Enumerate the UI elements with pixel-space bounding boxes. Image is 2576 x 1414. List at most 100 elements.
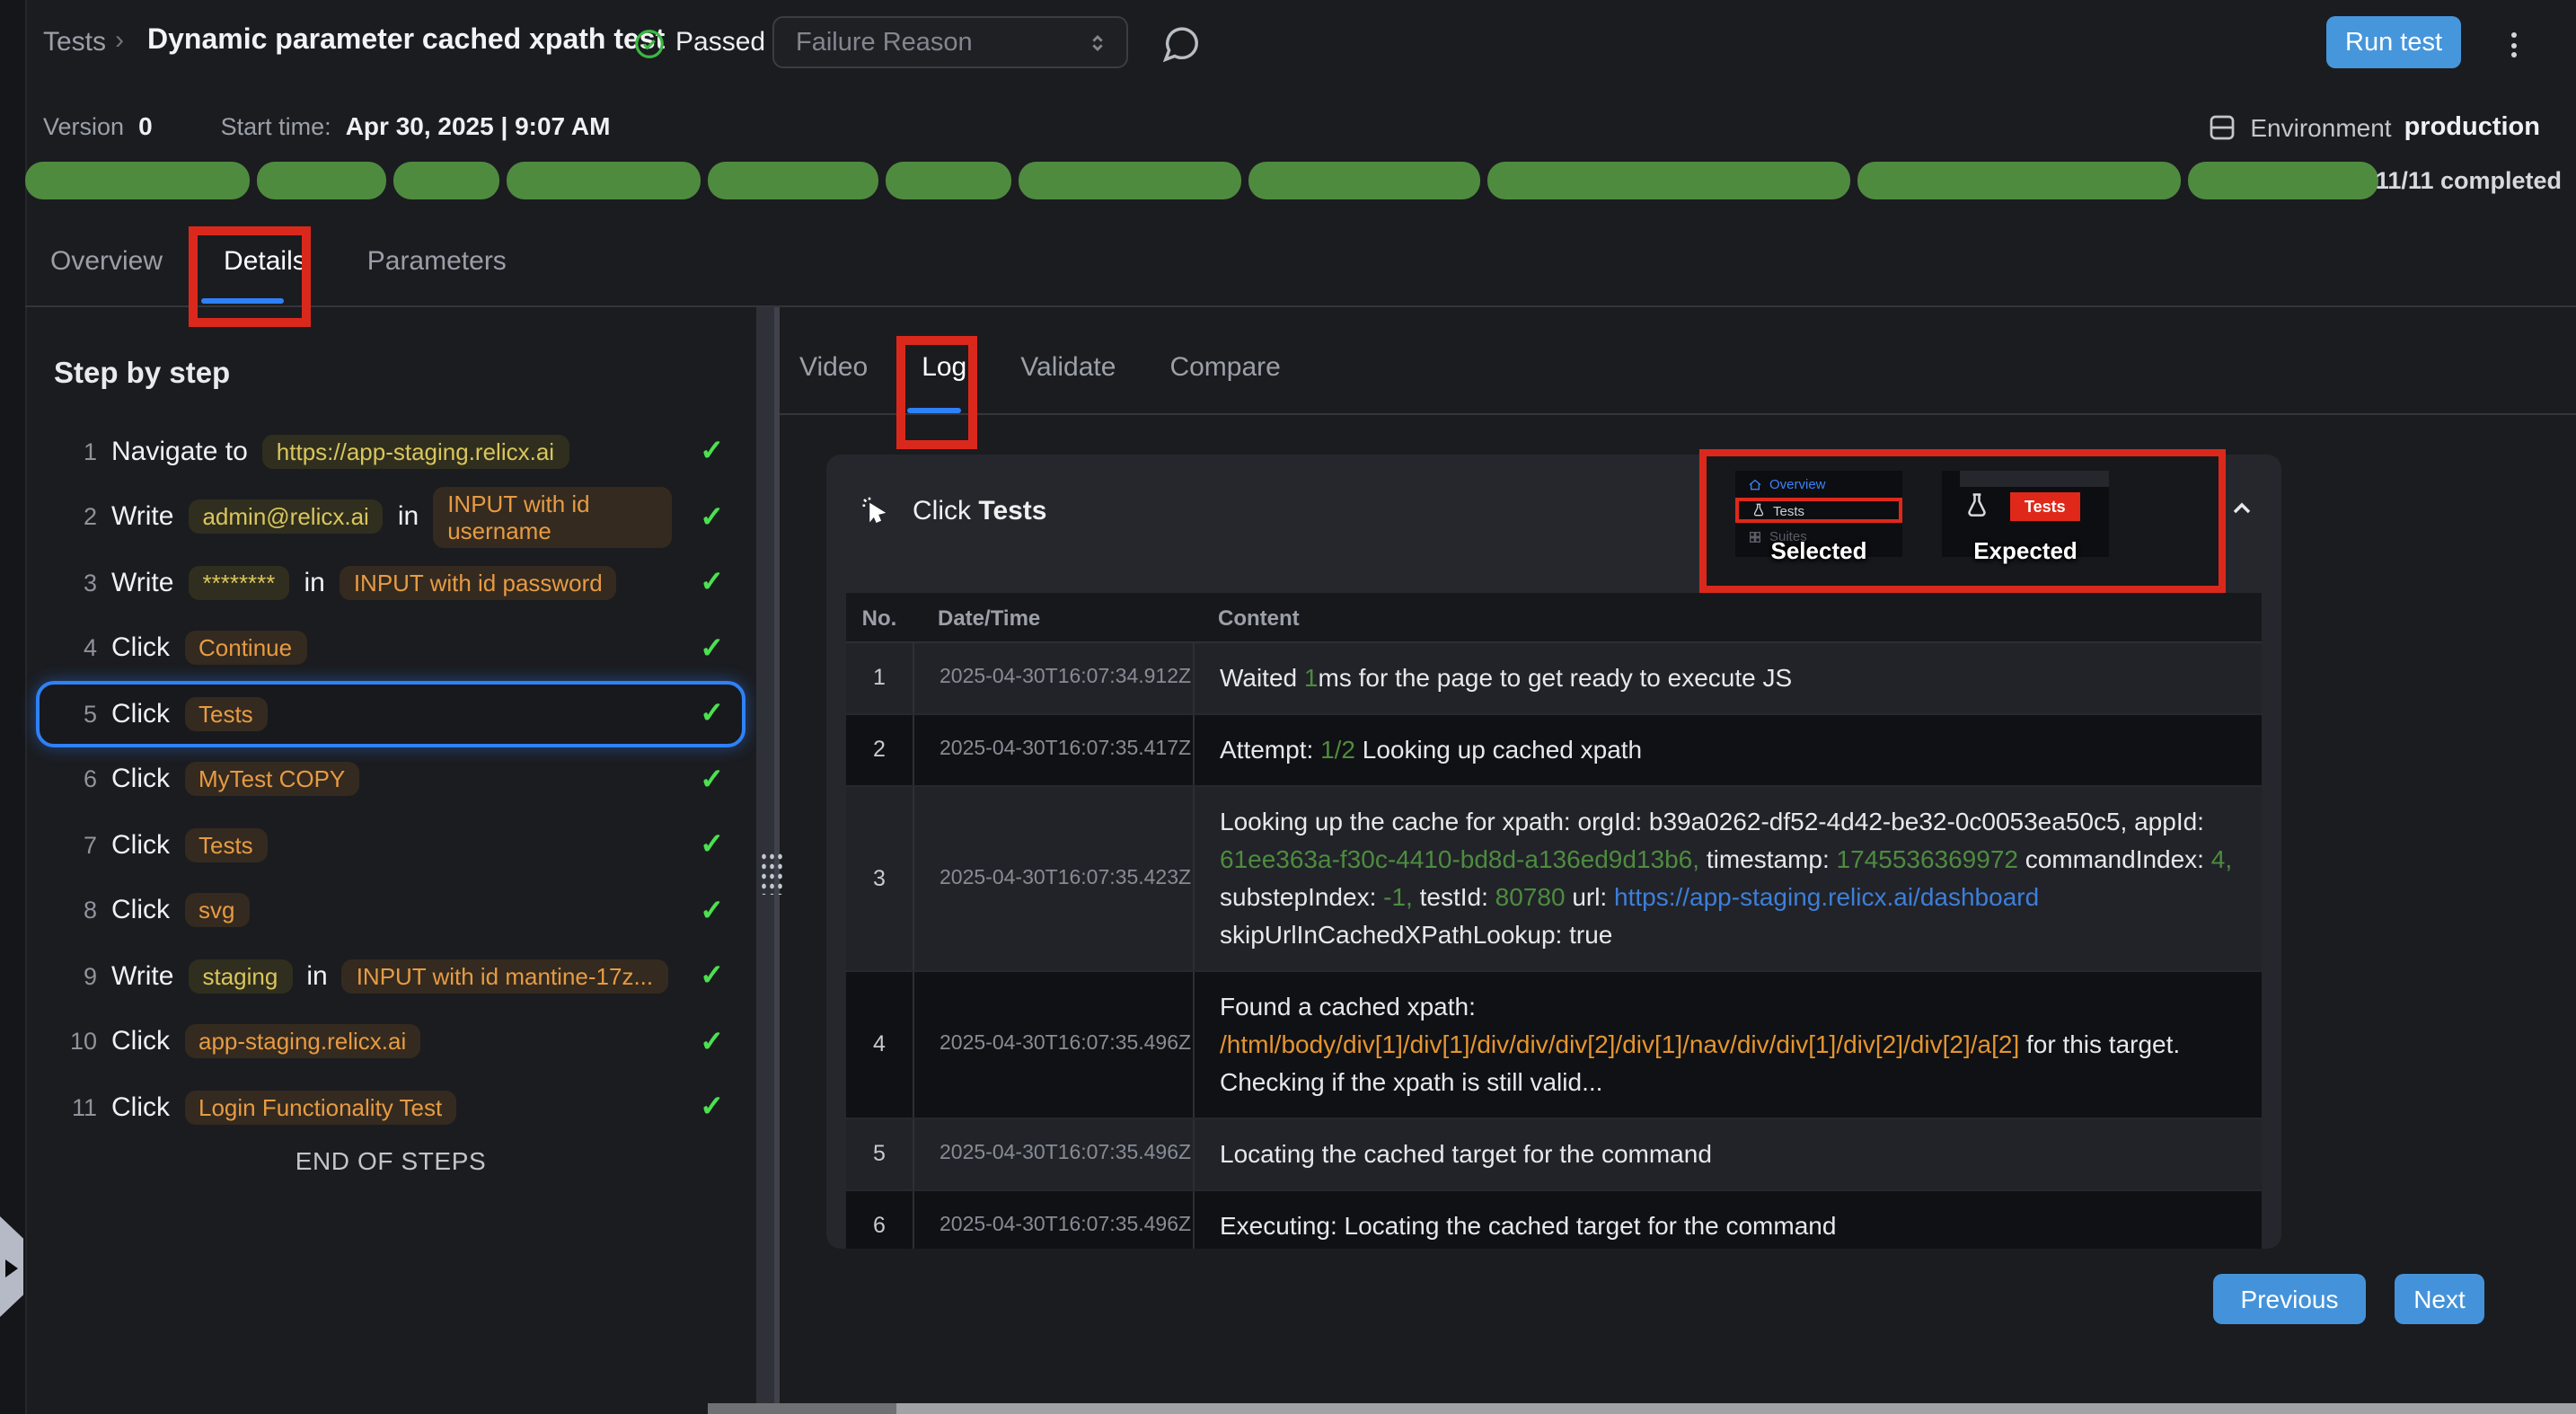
step-value-badge: ******** (188, 566, 289, 600)
progress-segment (1857, 162, 2181, 199)
end-of-steps-label: END OF STEPS (25, 1146, 756, 1175)
click-cursor-icon (859, 494, 891, 526)
more-options-icon[interactable] (2504, 25, 2522, 65)
step-action: in (398, 502, 419, 533)
step-row[interactable]: 7 Click Tests ✓ (36, 812, 745, 878)
step-row[interactable]: 6 Click MyTest COPY ✓ (36, 747, 745, 812)
progress-segment (25, 162, 249, 199)
mini-nav-tests: Tests (1773, 502, 1804, 518)
log-action: Click (913, 495, 971, 526)
log-table-header: No. Date/Time Content (846, 593, 2262, 643)
annotation-box-thumbnails: Overview Tests Suites Selected Tests Exp… (1699, 449, 2226, 593)
step-target-badge: Continue (184, 632, 306, 666)
tab-parameters[interactable]: Parameters (367, 246, 507, 277)
log-row: 62025-04-30T16:07:35.496ZExecuting: Loca… (846, 1191, 2262, 1249)
tab-validate[interactable]: Validate (1020, 352, 1116, 383)
annotation-box-log-tab (896, 336, 977, 449)
splitter-grip-icon[interactable] (760, 852, 783, 895)
steps-heading: Step by step (54, 358, 230, 392)
step-number: 3 (65, 570, 97, 597)
step-number: 9 (65, 963, 97, 990)
step-target-badge: MyTest COPY (184, 763, 359, 797)
step-row[interactable]: 2Writeadmin@relicx.aiinINPUT with id use… (36, 484, 745, 550)
next-button[interactable]: Next (2395, 1274, 2484, 1324)
run-test-button[interactable]: Run test (2326, 16, 2461, 68)
start-time-label: Start time: (221, 112, 331, 139)
log-step-title: Click Tests (859, 494, 1047, 526)
tab-video[interactable]: Video (799, 352, 868, 383)
log-row: 22025-04-30T16:07:35.417ZAttempt: 1/2 Lo… (846, 715, 2262, 787)
expected-label: Expected (1942, 537, 2109, 564)
meta-left: Version 0 Start time: Apr 30, 2025 | 9:0… (43, 111, 610, 140)
steps-panel: Step by step 1Navigate tohttps://app-sta… (25, 307, 756, 1414)
log-row: 12025-04-30T16:07:34.912ZWaited 1ms for … (846, 643, 2262, 715)
step-success-check-icon: ✓ (700, 827, 724, 863)
step-number: 8 (65, 897, 97, 924)
step-success-check-icon: ✓ (700, 893, 724, 929)
step-action: Click (111, 830, 170, 861)
step-number: 7 (65, 832, 97, 859)
step-row[interactable]: 5ClickTests✓ (36, 681, 745, 747)
step-action: in (304, 568, 324, 598)
detail-tabs: Video Log Validate Compare (799, 352, 1281, 383)
collapse-chevron-icon[interactable] (2228, 494, 2256, 523)
step-action: Click (111, 764, 170, 795)
step-row[interactable]: 10 Click app-staging.relicx.ai ✓ (36, 1009, 745, 1074)
breadcrumb[interactable]: Tests (43, 27, 106, 57)
step-success-check-icon: ✓ (700, 499, 724, 535)
comment-icon[interactable] (1160, 23, 1202, 65)
step-success-check-icon: ✓ (700, 1090, 724, 1126)
tab-overview[interactable]: Overview (50, 246, 163, 277)
step-target-badge: INPUT with id username (433, 487, 671, 548)
step-success-check-icon: ✓ (700, 696, 724, 732)
step-target-badge: app-staging.relicx.ai (184, 1025, 420, 1059)
step-action: Click (111, 1092, 170, 1123)
step-number: 11 (65, 1094, 97, 1121)
step-number: 10 (65, 1029, 97, 1056)
step-value-badge: admin@relicx.ai (188, 500, 383, 535)
step-row[interactable]: 4ClickContinue✓ (36, 615, 745, 681)
start-time-value: Apr 30, 2025 | 9:07 AM (346, 111, 611, 140)
step-row[interactable]: 1Navigate tohttps://app-staging.relicx.a… (36, 419, 745, 484)
expander-arrow-icon (5, 1259, 18, 1277)
failure-reason-select[interactable]: Failure Reason (772, 16, 1128, 68)
app-window: Tests › Dynamic parameter cached xpath t… (0, 0, 2576, 1414)
environment-value: production (2404, 113, 2540, 142)
status-badge: Passed (675, 27, 765, 57)
previous-button[interactable]: Previous (2213, 1274, 2366, 1324)
mini-nav-overview: Overview (1769, 476, 1826, 492)
step-action: Click (111, 1027, 170, 1057)
progress-segment (1019, 162, 1242, 199)
step-action: Click (111, 896, 170, 926)
horizontal-scrollbar-track[interactable] (708, 1403, 896, 1414)
step-success-check-icon: ✓ (700, 1024, 724, 1060)
step-success-check-icon: ✓ (700, 762, 724, 798)
col-content: Content (1193, 605, 2262, 630)
step-number: 5 (65, 701, 97, 728)
step-row[interactable]: 9WritestaginginINPUT with id mantine-17z… (36, 943, 745, 1009)
step-row[interactable]: 11ClickLogin Functionality Test✓ (36, 1074, 745, 1140)
tab-compare[interactable]: Compare (1169, 352, 1280, 383)
step-number: 1 (65, 438, 97, 465)
step-row[interactable]: 8Clicksvg✓ (36, 878, 745, 943)
home-icon (1748, 477, 1762, 491)
expected-highlight: Tests (2010, 492, 2080, 521)
step-success-check-icon: ✓ (700, 434, 724, 470)
meta-right: Environment production (2205, 111, 2540, 144)
horizontal-scrollbar-thumb[interactable] (896, 1403, 2576, 1414)
step-action: Write (111, 961, 173, 992)
log-target: Tests (978, 495, 1046, 526)
selected-label: Selected (1735, 537, 1902, 564)
step-row[interactable]: 3Write********inINPUT with id password✓ (36, 550, 745, 615)
step-number: 6 (65, 766, 97, 793)
step-target-badge: INPUT with id password (340, 566, 617, 600)
step-action: Navigate to (111, 437, 248, 467)
step-success-check-icon: ✓ (700, 631, 724, 667)
step-target-badge: Tests (184, 828, 268, 862)
flask-icon (1963, 492, 1990, 519)
failure-reason-placeholder: Failure Reason (796, 28, 973, 57)
progress-segment (507, 162, 701, 199)
progress-bar (25, 162, 2378, 199)
step-target-badge: INPUT with id mantine-17z... (342, 959, 667, 994)
selected-thumbnail: Overview Tests Suites Selected (1735, 471, 1902, 557)
